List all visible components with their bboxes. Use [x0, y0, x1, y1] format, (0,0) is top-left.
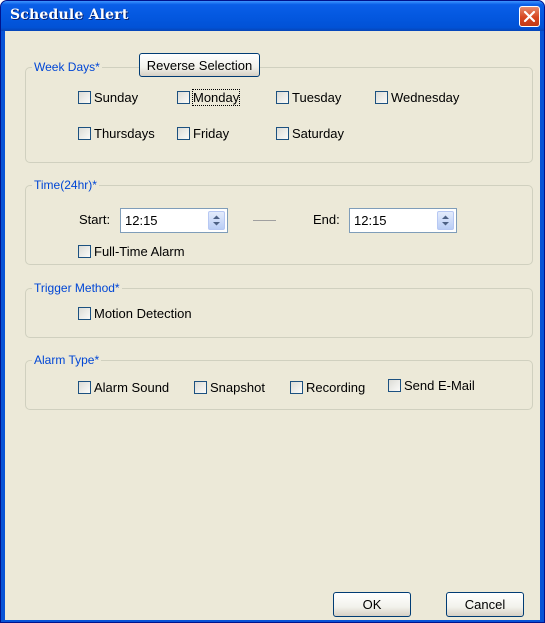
end-time-value[interactable]: 12:15	[354, 213, 387, 228]
checkbox-box[interactable]	[177, 127, 190, 140]
checkbox-label-full-time-alarm: Full-Time Alarm	[94, 244, 185, 259]
reverse-selection-button[interactable]: Reverse Selection	[139, 53, 260, 77]
checkbox-wednesday[interactable]: Wednesday	[375, 90, 459, 105]
checkbox-label-tuesday: Tuesday	[292, 90, 342, 105]
ok-button[interactable]: OK	[333, 592, 411, 617]
checkbox-box[interactable]	[78, 91, 91, 104]
checkbox-label-send-email: Send E-Mail	[404, 378, 475, 393]
checkbox-box[interactable]	[78, 127, 91, 140]
schedule-alert-window: Schedule Alert Week Days* Reverse Select…	[0, 0, 545, 623]
checkbox-box[interactable]	[194, 381, 207, 394]
checkbox-saturday[interactable]: Saturday	[276, 126, 344, 141]
checkbox-box[interactable]	[78, 307, 91, 320]
checkbox-recording[interactable]: Recording	[290, 380, 365, 395]
checkbox-box[interactable]	[290, 381, 303, 394]
checkbox-label-snapshot: Snapshot	[210, 380, 265, 395]
checkbox-box[interactable]	[276, 91, 289, 104]
end-spin-buttons[interactable]	[437, 211, 454, 230]
checkbox-friday[interactable]: Friday	[177, 126, 229, 141]
weekdays-group: Week Days* Reverse Selection Sunday Mond…	[25, 53, 533, 163]
checkbox-sunday[interactable]: Sunday	[78, 90, 138, 105]
title-bar[interactable]: Schedule Alert	[1, 1, 544, 31]
checkbox-box[interactable]	[276, 127, 289, 140]
checkbox-box[interactable]	[388, 379, 401, 392]
range-separator	[253, 220, 276, 221]
window-title: Schedule Alert	[10, 7, 129, 23]
checkbox-box[interactable]	[78, 381, 91, 394]
end-label: End:	[313, 212, 340, 227]
checkbox-box[interactable]	[177, 91, 190, 104]
alarm-type-legend: Alarm Type*	[32, 353, 102, 368]
checkbox-label-friday: Friday	[193, 126, 230, 141]
checkbox-label-saturday: Saturday	[292, 126, 345, 141]
checkbox-motion-detection[interactable]: Motion Detection	[78, 306, 192, 321]
checkbox-label-sunday: Sunday	[94, 90, 139, 105]
checkbox-label-wednesday: Wednesday	[391, 90, 460, 105]
spin-up-down-icon[interactable]	[212, 214, 221, 227]
start-time-value[interactable]: 12:15	[125, 213, 158, 228]
checkbox-snapshot[interactable]: Snapshot	[194, 380, 265, 395]
checkbox-tuesday[interactable]: Tuesday	[276, 90, 341, 105]
alarm-type-group: Alarm Type* Alarm Sound Snapshot Recordi…	[25, 353, 533, 410]
checkbox-send-email[interactable]: Send E-Mail	[388, 378, 475, 393]
checkbox-label-thursdays: Thursdays	[94, 126, 155, 141]
start-time-spinner[interactable]: 12:15	[120, 208, 228, 233]
close-button[interactable]	[519, 6, 540, 27]
time-group: Time(24hr)* Start: 12:15 End: 12:15 Full…	[25, 178, 533, 265]
checkbox-monday[interactable]: Monday	[177, 89, 241, 106]
weekdays-legend: Week Days*	[32, 60, 102, 75]
checkbox-box[interactable]	[375, 91, 388, 104]
time-legend: Time(24hr)*	[32, 178, 99, 193]
start-spin-buttons[interactable]	[208, 211, 225, 230]
start-label: Start:	[79, 212, 111, 227]
end-time-spinner[interactable]: 12:15	[349, 208, 457, 233]
spin-up-down-icon[interactable]	[441, 214, 450, 227]
checkbox-label-motion-detection: Motion Detection	[94, 306, 192, 321]
checkbox-label-monday: Monday	[191, 89, 241, 106]
checkbox-full-time-alarm[interactable]: Full-Time Alarm	[78, 244, 185, 259]
checkbox-box[interactable]	[78, 245, 91, 258]
checkbox-label-recording: Recording	[306, 380, 366, 395]
checkbox-alarm-sound[interactable]: Alarm Sound	[78, 380, 169, 395]
checkbox-thursdays[interactable]: Thursdays	[78, 126, 155, 141]
checkbox-label-alarm-sound: Alarm Sound	[94, 380, 170, 395]
close-icon	[523, 10, 536, 23]
cancel-button[interactable]: Cancel	[446, 592, 524, 617]
trigger-group: Trigger Method* Motion Detection	[25, 281, 533, 338]
trigger-legend: Trigger Method*	[32, 281, 122, 296]
dialog-body: Week Days* Reverse Selection Sunday Mond…	[5, 31, 540, 620]
